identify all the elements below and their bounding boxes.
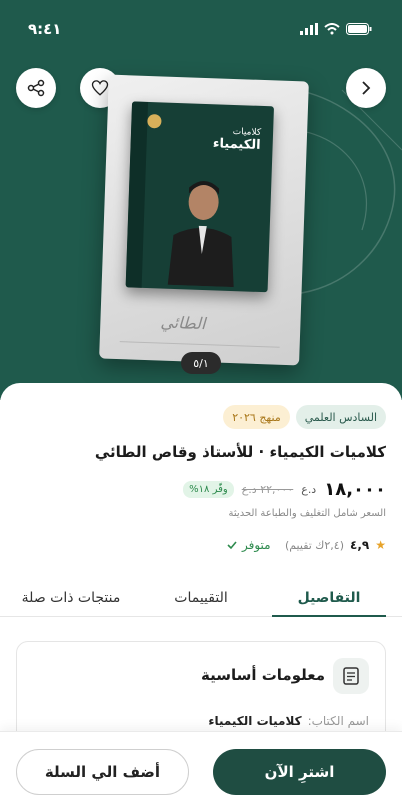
add-to-cart-button[interactable]: أضف الي السلة [16, 749, 189, 795]
divider [119, 341, 280, 348]
cover-title-big: الكيمياء [212, 136, 261, 153]
wifi-icon [324, 23, 340, 35]
rating-count: (٢,٤ك تقييم) [284, 538, 345, 552]
rating-value: ٤,٩ [350, 538, 370, 552]
badge-curriculum: منهج ٢٠٢٦ [223, 405, 290, 429]
publisher-logo [147, 113, 162, 129]
author-portrait [167, 180, 234, 288]
tab-related-products[interactable]: منتجات ذات صلة [6, 579, 136, 617]
product-image[interactable]: كلاميات الكيمياء الطائي [99, 74, 309, 366]
price: ١٨,٠٠٠ [324, 479, 386, 500]
rating-row[interactable]: ★ ٤,٩ (٢,٤ك تقييم) [285, 538, 386, 552]
share-icon [27, 79, 45, 97]
badges: السادس العلمي منهج ٢٠٢٦ [223, 405, 386, 429]
product-gallery: ٩:٤١ كلاميات الكيمياء الطائي ٥/١ [0, 0, 402, 400]
signal-icon [300, 23, 318, 35]
book-cover: كلاميات الكيمياء [125, 101, 275, 293]
next-image-button[interactable] [346, 68, 386, 108]
signature: الطائي [160, 312, 206, 334]
info-value: كلاميات الكيمياء [208, 714, 302, 728]
discount-badge: وفّر ١٨% [183, 481, 234, 498]
heart-icon [91, 80, 109, 96]
tab-details[interactable]: التفاصيل [272, 579, 386, 617]
buy-now-button[interactable]: اشترِ الآن [213, 749, 386, 795]
book-spine [125, 101, 149, 288]
price-row: ١٨,٠٠٠ د.ع ٢٢,٠٠٠ د.ع وفّر ١٨% [183, 479, 386, 500]
tab-reviews[interactable]: التقييمات [146, 579, 256, 617]
price-note: السعر شامل التغليف والطباعة الحديثة [228, 508, 386, 519]
check-icon [227, 541, 237, 550]
status-time: ٩:٤١ [28, 20, 62, 38]
bottom-action-bar: أضف الي السلة اشترِ الآن [0, 731, 402, 812]
share-button[interactable] [16, 68, 56, 108]
chevron-right-icon [362, 81, 371, 95]
stock-status: متوفر [226, 538, 271, 552]
star-icon: ★ [375, 538, 386, 552]
active-tab-indicator [272, 615, 386, 617]
price-currency: د.ع [301, 483, 317, 496]
document-icon [333, 658, 369, 694]
product-title: كلاميات الكيمياء · للأستاذ وقاص الطائي [94, 443, 386, 461]
image-pager: ٥/١ [181, 352, 221, 374]
product-tabs: التفاصيل التقييمات منتجات ذات صلة [0, 579, 402, 617]
status-bar: ٩:٤١ [0, 0, 402, 60]
info-title: معلومات أساسية [201, 666, 325, 684]
info-row: اسم الكتاب: كلاميات الكيمياء [208, 714, 369, 728]
stock-label: متوفر [242, 538, 271, 552]
battery-icon [346, 23, 372, 35]
info-key: اسم الكتاب: [307, 714, 369, 728]
old-price: ٢٢,٠٠٠ د.ع [241, 483, 294, 496]
badge-grade: السادس العلمي [295, 405, 386, 429]
